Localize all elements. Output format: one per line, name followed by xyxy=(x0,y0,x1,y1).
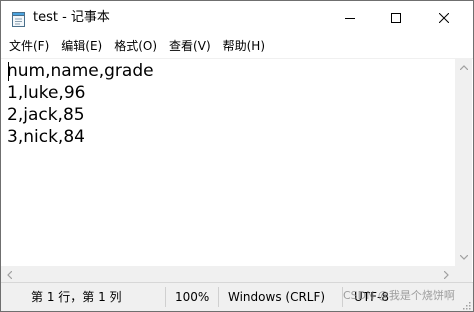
menu-format[interactable]: 格式(O) xyxy=(108,37,163,55)
maximize-icon xyxy=(391,8,401,27)
resize-grip-icon[interactable] xyxy=(461,299,471,310)
window-title: test - 记事本 xyxy=(33,10,110,25)
status-bar: 第 1 行，第 1 列 100% Windows (CRLF) UTF-8 xyxy=(1,282,473,311)
status-divider xyxy=(342,287,343,307)
menu-file[interactable]: 文件(F) xyxy=(3,37,55,55)
notepad-window: test - 记事本 文件(F) 编辑(E) 格式(O) 查看(V) 帮助(H)… xyxy=(0,0,474,312)
vertical-scrollbar[interactable] xyxy=(455,59,472,266)
menu-help[interactable]: 帮助(H) xyxy=(217,37,271,55)
text-caret xyxy=(8,62,9,81)
menu-bar: 文件(F) 编辑(E) 格式(O) 查看(V) 帮助(H) xyxy=(1,34,473,58)
notepad-icon xyxy=(12,11,26,27)
status-divider xyxy=(165,287,166,307)
file-encoding: UTF-8 xyxy=(354,290,389,304)
title-bar[interactable]: test - 记事本 xyxy=(1,1,473,34)
cursor-position: 第 1 行，第 1 列 xyxy=(31,290,122,304)
maximize-button[interactable] xyxy=(373,1,419,34)
close-button[interactable] xyxy=(421,1,467,34)
scroll-right-icon[interactable] xyxy=(438,266,455,283)
zoom-level: 100% xyxy=(175,290,210,304)
minimize-icon xyxy=(345,8,355,27)
scroll-up-icon[interactable] xyxy=(455,59,472,76)
scroll-down-icon[interactable] xyxy=(455,249,472,266)
status-divider xyxy=(218,287,219,307)
line-ending: Windows (CRLF) xyxy=(228,290,326,304)
text-editor[interactable]: num,name,grade 1,luke,96 2,jack,85 3,nic… xyxy=(7,60,453,265)
menu-view[interactable]: 查看(V) xyxy=(163,37,217,55)
scroll-left-icon[interactable] xyxy=(1,266,18,283)
editor-area: num,name,grade 1,luke,96 2,jack,85 3,nic… xyxy=(1,58,473,283)
close-icon xyxy=(438,8,450,27)
minimize-button[interactable] xyxy=(327,1,373,34)
scrollbar-corner xyxy=(455,266,472,283)
horizontal-scrollbar[interactable] xyxy=(1,266,455,283)
menu-edit[interactable]: 编辑(E) xyxy=(55,37,108,55)
